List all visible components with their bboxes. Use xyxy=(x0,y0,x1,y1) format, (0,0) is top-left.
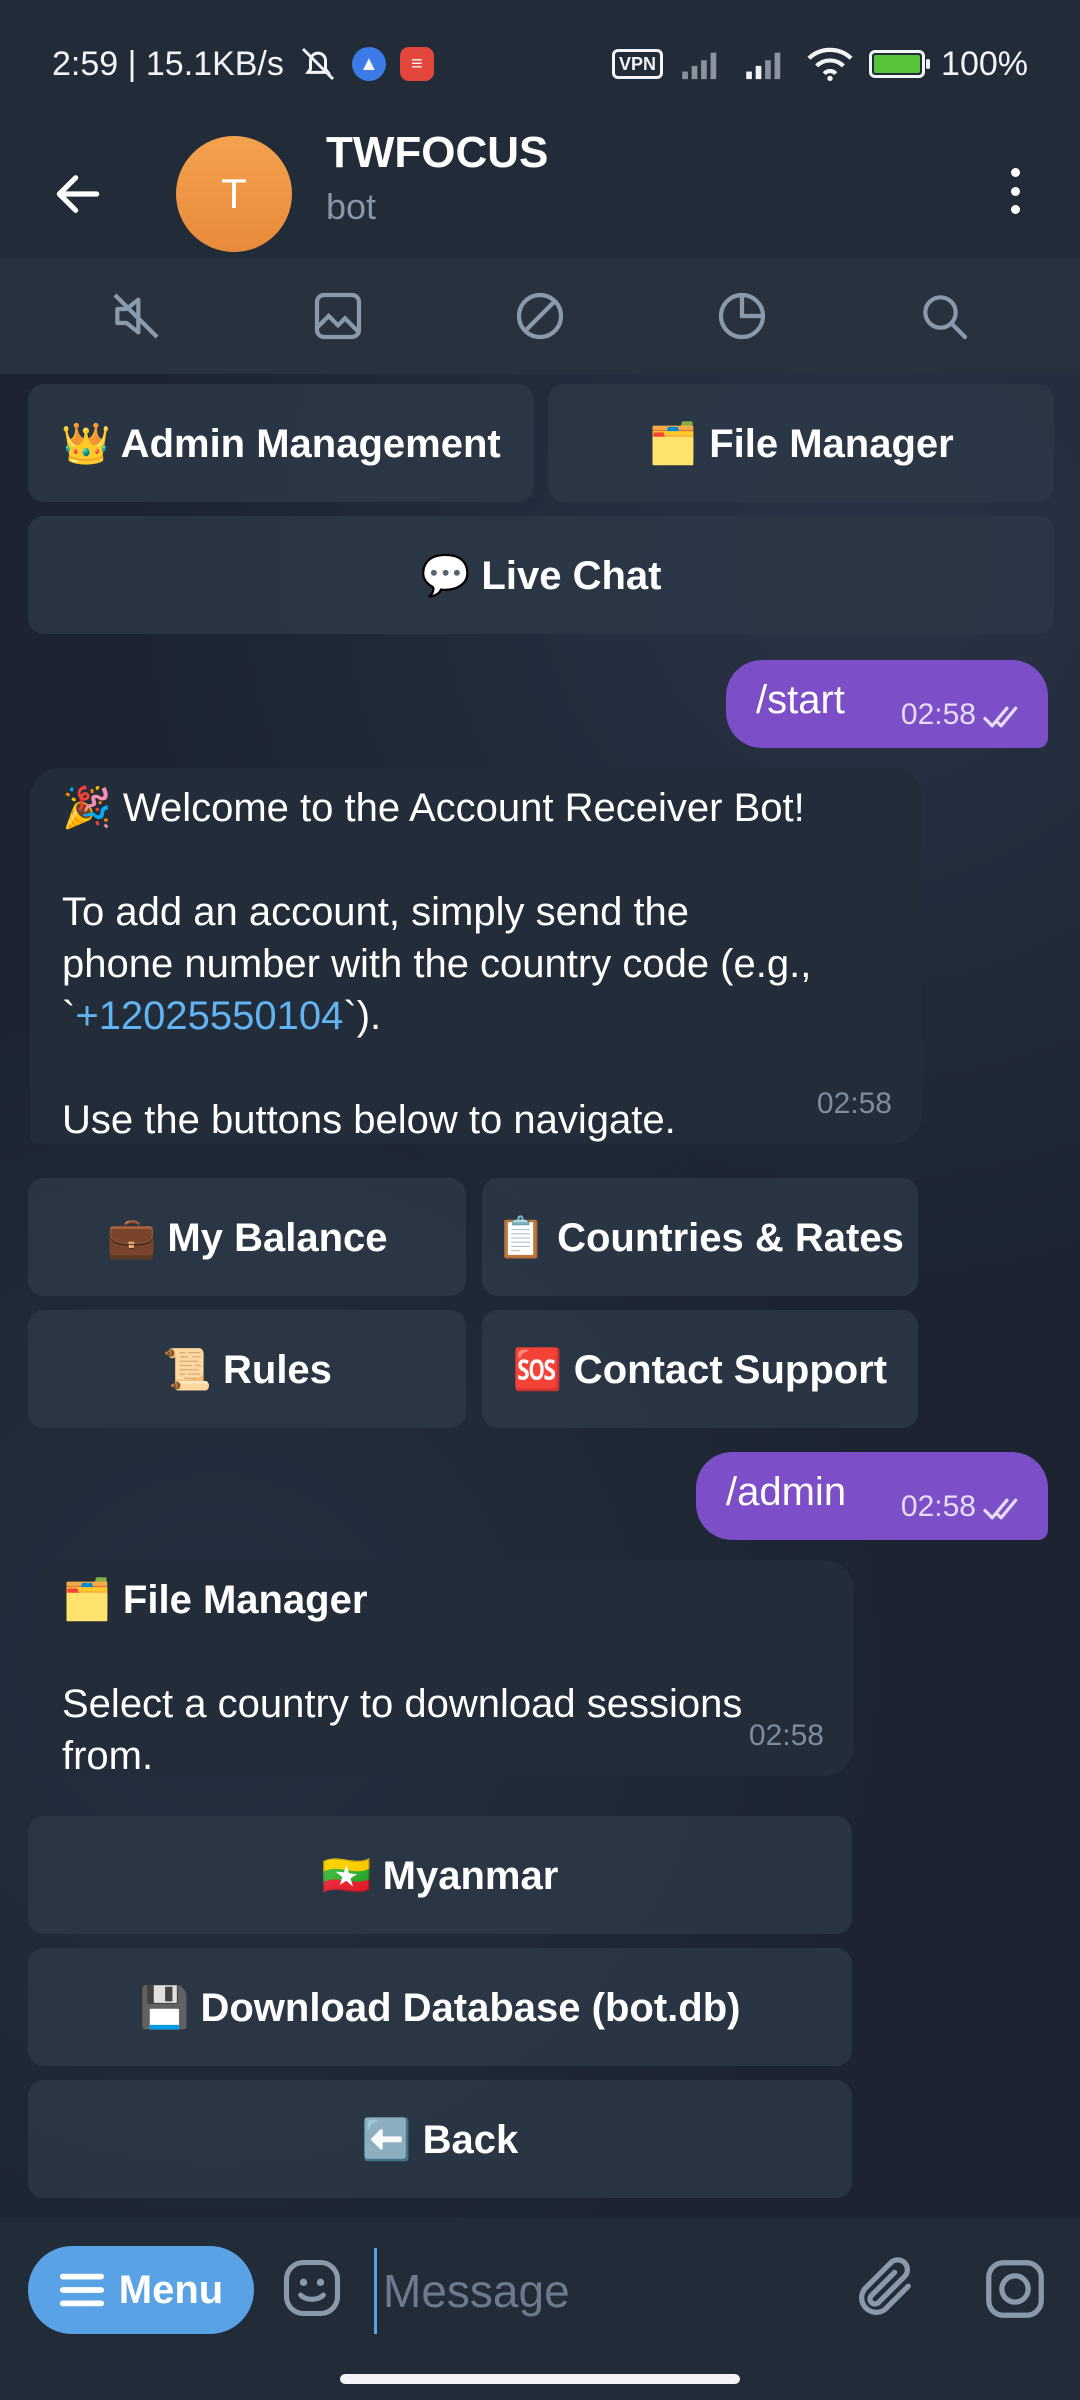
outgoing-message-admin[interactable]: /admin 02:58 xyxy=(696,1452,1048,1540)
download-database-button[interactable]: 💾 Download Database (bot.db) xyxy=(28,1948,852,2066)
message-text: /admin xyxy=(726,1470,847,1514)
menu-button[interactable]: Menu xyxy=(28,2246,254,2334)
message-text-line: Select a country to download sessions xyxy=(62,1682,743,1726)
message-time: 02:58 xyxy=(816,1087,892,1120)
countries-rates-button[interactable]: 📋 Countries & Rates xyxy=(482,1178,918,1296)
message-time: 02:58 xyxy=(900,1490,976,1523)
back-arrow-icon[interactable] xyxy=(50,166,106,222)
camera-icon[interactable] xyxy=(980,2254,1050,2324)
wifi-icon xyxy=(807,47,853,82)
back-button[interactable]: ⬅️ Back xyxy=(28,2080,852,2198)
attach-icon[interactable] xyxy=(850,2252,920,2326)
myanmar-button[interactable]: 🇲🇲 Myanmar xyxy=(28,1816,852,1934)
status-bar: 2:59 | 15.1KB/s ▲ ≡ VPN 100% xyxy=(0,0,1080,128)
message-text-line: 🎉 Welcome to the Account Receiver Bot! xyxy=(62,786,805,830)
home-indicator[interactable] xyxy=(340,2374,740,2384)
battery-fill xyxy=(874,55,921,73)
message-title: 🗂️ File Manager xyxy=(62,1578,368,1622)
code-tick: ` xyxy=(62,994,76,1038)
battery-percent: 100% xyxy=(941,44,1028,83)
message-time: 02:58 xyxy=(748,1719,824,1752)
read-checkmarks-icon xyxy=(983,1498,1018,1520)
rules-button[interactable]: 📜 Rules xyxy=(28,1310,466,1428)
battery-icon xyxy=(869,50,931,78)
message-input-bar: Menu xyxy=(0,2218,1080,2400)
message-text: /start xyxy=(756,678,845,722)
live-chat-button[interactable]: 💬 Live Chat xyxy=(28,516,1054,634)
chat-area[interactable]: 👑 Admin Management 🗂️ File Manager 💬 Liv… xyxy=(0,374,1080,2218)
message-text-line: Use the buttons below to navigate. xyxy=(62,1098,676,1142)
menu-button-label: Menu xyxy=(118,2267,224,2312)
my-balance-button[interactable]: 💼 My Balance xyxy=(28,1178,466,1296)
message-text-line: phone number with the country code (e.g.… xyxy=(62,942,812,986)
chat-subtitle: bot xyxy=(326,186,377,227)
message-text-line: `+12025550104`). xyxy=(62,990,381,1042)
status-right: VPN 100% xyxy=(612,45,1028,84)
status-time-speed: 2:59 | 15.1KB/s xyxy=(52,44,284,83)
app-icon: ≡ xyxy=(399,47,434,81)
incoming-message-welcome[interactable]: 🎉 Welcome to the Account Receiver Bot! T… xyxy=(30,768,922,1144)
outgoing-message-start[interactable]: /start 02:58 xyxy=(726,660,1048,748)
message-text-line: from. xyxy=(62,1734,154,1778)
signal-icon xyxy=(682,52,717,80)
app-icon: ▲ xyxy=(351,47,386,81)
code-tail: `). xyxy=(343,994,382,1038)
admin-management-button[interactable]: 👑 Admin Management xyxy=(28,384,534,502)
message-text-line: To add an account, simply send the xyxy=(62,890,690,934)
mute-icon[interactable] xyxy=(101,281,171,351)
hamburger-icon xyxy=(59,2273,104,2307)
block-icon[interactable] xyxy=(505,281,575,351)
stats-icon[interactable] xyxy=(707,281,777,351)
chat-toolbar xyxy=(0,258,1080,374)
incoming-message-file-manager[interactable]: 🗂️ File Manager Select a country to down… xyxy=(30,1560,854,1778)
sticker-emoji-icon[interactable] xyxy=(278,2254,346,2322)
message-time: 02:58 xyxy=(900,698,976,731)
search-icon[interactable] xyxy=(909,281,979,351)
vpn-icon: VPN xyxy=(612,49,664,79)
contact-support-button[interactable]: 🆘 Contact Support xyxy=(482,1310,918,1428)
read-checkmarks-icon xyxy=(983,706,1018,728)
chat-title[interactable]: TWFOCUS xyxy=(326,128,548,178)
message-input[interactable] xyxy=(374,2248,825,2334)
phone-number-link[interactable]: +12025550104 xyxy=(75,994,343,1038)
more-options-icon[interactable] xyxy=(1000,156,1030,226)
file-manager-button[interactable]: 🗂️ File Manager xyxy=(548,384,1054,502)
signal-icon xyxy=(746,52,781,80)
chat-header: T TWFOCUS bot xyxy=(0,128,1080,258)
gallery-icon[interactable] xyxy=(303,281,373,351)
status-left: 2:59 | 15.1KB/s ▲ ≡ xyxy=(52,44,434,84)
avatar[interactable]: T xyxy=(176,136,292,252)
mute-icon xyxy=(301,47,334,81)
